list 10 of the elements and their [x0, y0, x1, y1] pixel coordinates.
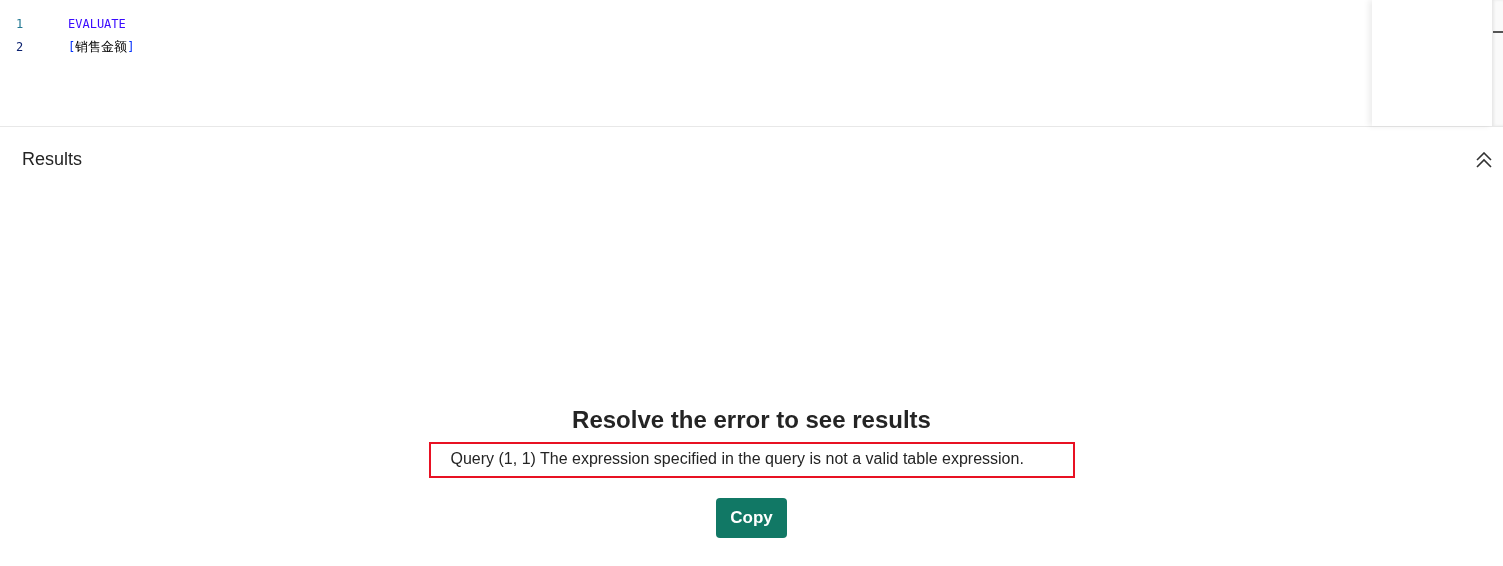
code-line: EVALUATE [68, 16, 126, 31]
line-number: 2 [15, 39, 25, 54]
scroll-marker [1493, 31, 1503, 33]
collapse-icon[interactable] [1475, 151, 1493, 168]
code-line: [销售金额] [68, 37, 135, 56]
results-title: Results [22, 149, 83, 170]
error-message: Query (1, 1) The expression specified in the query is not a valid table expression. [428, 442, 1075, 478]
line-number: 1 [15, 16, 25, 31]
error-title: Resolve the error to see results [572, 406, 931, 434]
copy-button[interactable]: Copy [716, 498, 787, 538]
